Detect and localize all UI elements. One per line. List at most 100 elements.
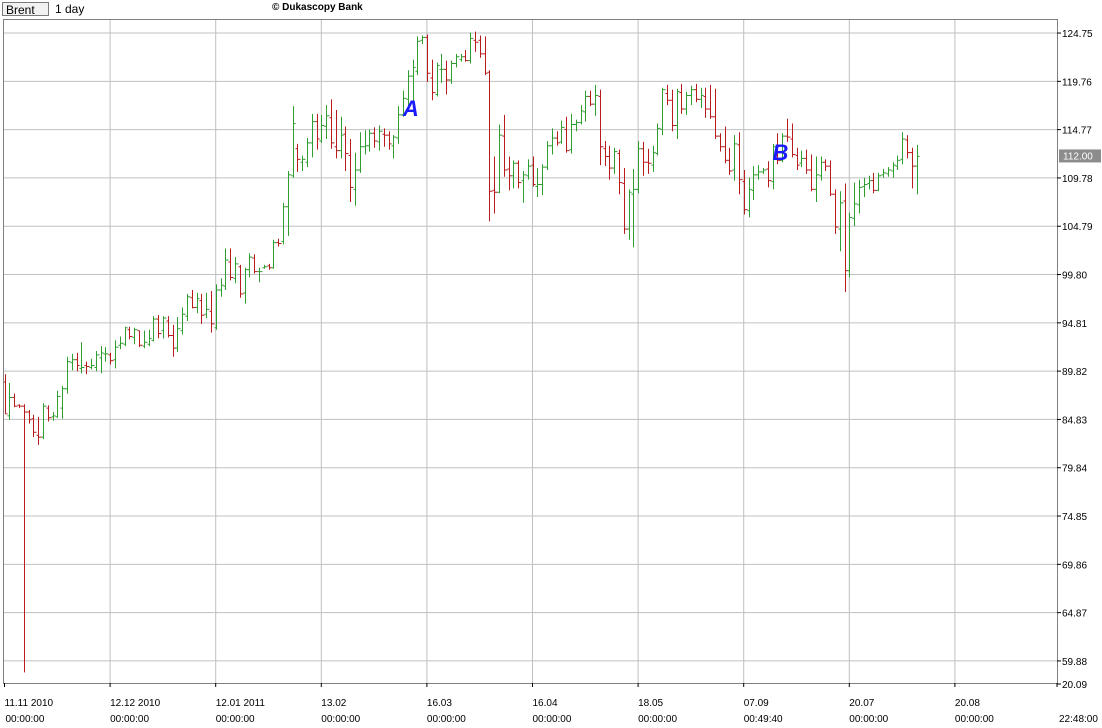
ohlc-bar: [180, 307, 186, 335]
ohlc-bar: [478, 35, 484, 58]
x-tick-time: 00:00:00: [533, 714, 572, 725]
y-tick-label: 109.78: [1062, 174, 1093, 185]
annotation-label: A: [402, 96, 419, 121]
x-tick-date: 12.01 2011: [216, 698, 266, 709]
ohlc-bar: [713, 88, 719, 140]
ohlc-bar: [31, 414, 37, 438]
ohlc-bar: [147, 329, 152, 347]
ohlc-bar: [627, 189, 632, 240]
ohlc-bar: [171, 324, 176, 357]
y-tick-label: 64.87: [1062, 609, 1087, 620]
ohlc-bar: [372, 127, 378, 148]
y-tick-label: 20.09: [1062, 680, 1087, 691]
y-tick-label: 74.85: [1062, 512, 1087, 523]
ohlc-bar: [358, 132, 364, 173]
y-tick-label: 59.88: [1062, 657, 1087, 668]
ohlc-bar: [847, 212, 853, 278]
ohlc-bar: [497, 124, 503, 194]
ohlc-bar: [550, 128, 556, 155]
ohlc-bar: [382, 128, 388, 147]
ohlc-bar: [723, 126, 728, 164]
ohlc-bar: [593, 84, 599, 116]
ohlc-bar: [502, 114, 508, 177]
ohlc-bar: [463, 49, 469, 62]
ohlc-bar: [334, 109, 340, 159]
x-axis: 11.11 2010 00:00:00 12.12 2010 00:00:00 12.0…: [4, 683, 1098, 725]
x-tick-date: 12.12 2010: [110, 698, 160, 709]
ohlc-bar: [641, 141, 647, 176]
ohlc-bar: [852, 182, 858, 227]
ohlc-bar: [36, 416, 42, 445]
ohlc-bar: [843, 183, 848, 292]
ohlc-bar: [655, 123, 661, 156]
ohlc-bar: [607, 145, 613, 180]
ohlc-bar: [886, 167, 892, 177]
ohlc-bar: [636, 140, 642, 194]
ohlc-bar: [310, 113, 316, 158]
ohlc-bar: [449, 60, 455, 84]
ohlc-bar: [891, 162, 896, 178]
ohlc-bar: [190, 290, 196, 309]
ohlc-bar: [732, 135, 738, 181]
ohlc-bar: [900, 132, 906, 165]
x-tick-time: 00:00:00: [6, 714, 45, 725]
x-tick-date: 20.08: [955, 698, 980, 709]
ohlc-bar: [132, 327, 138, 345]
x-tick-date: 18.05: [638, 698, 663, 709]
ohlc-bar: [305, 138, 311, 168]
ohlc-bar: [871, 172, 877, 194]
ohlc-bar: [151, 316, 157, 342]
ohlc-bar: [737, 132, 743, 195]
x-tick-date: 20.07: [849, 698, 874, 709]
ohlc-bar: [665, 84, 671, 106]
ohlc-bar: [343, 126, 349, 171]
x-tick-time: 00:49:40: [744, 714, 783, 725]
y-tick-label: 84.83: [1062, 415, 1087, 426]
annotation-label: B: [773, 140, 789, 165]
ohlc-bar: [819, 156, 824, 181]
ohlc-bar: [766, 161, 772, 188]
x-tick-time: 00:00:00: [955, 714, 994, 725]
ohlc-bar: [699, 87, 704, 109]
ohlc-bar: [425, 34, 431, 82]
ohlc-bar: [646, 148, 652, 174]
ohlc-bar: [910, 147, 916, 189]
ohlc-bar: [660, 87, 666, 136]
ohlc-bar: [233, 257, 239, 284]
ohlc-bar: [415, 36, 421, 76]
x-tick-date: 13.02: [321, 698, 346, 709]
ohlc-bar: [94, 351, 100, 372]
ohlc-bar: [617, 149, 623, 195]
ohlc-bar: [651, 145, 656, 172]
ohlc-bar: [89, 358, 95, 370]
x-tick-date: 16.04: [533, 698, 558, 709]
y-tick-label: 89.82: [1062, 367, 1087, 378]
ohlc-bar: [603, 140, 608, 167]
ohlc-bar: [267, 263, 272, 270]
ohlc-bar: [468, 32, 474, 64]
ohlc-bar: [353, 152, 359, 206]
ohlc-bar: [795, 147, 800, 170]
ohlc-bar: [199, 293, 205, 324]
ohlc-bar: [281, 202, 287, 245]
ohlc-bar: [75, 352, 80, 372]
ohlc-bar: [84, 361, 90, 375]
ohlc-bar: [631, 169, 637, 248]
ohlc-bar: [579, 105, 584, 125]
ohlc-bar: [291, 106, 296, 178]
ohlc-bar: [17, 404, 23, 409]
x-tick-date: 11.11 2010: [5, 698, 54, 709]
ohlc-bar: [348, 139, 354, 202]
ohlc-bar: [315, 113, 320, 150]
y-tick-label: 124.75: [1062, 29, 1093, 40]
ohlc-bar: [12, 393, 18, 408]
ohlc-bar: [675, 88, 680, 140]
ohlc-bar: [555, 131, 560, 146]
ohlc-bar: [243, 267, 248, 304]
ohlc-bar: [809, 154, 815, 192]
ohlc-bar: [915, 144, 920, 195]
ohlc-bar: [833, 189, 839, 234]
ohlc-bar: [118, 336, 124, 350]
x-tick-time: 22:48:00: [1059, 714, 1098, 725]
ohlc-bar: [228, 248, 234, 281]
